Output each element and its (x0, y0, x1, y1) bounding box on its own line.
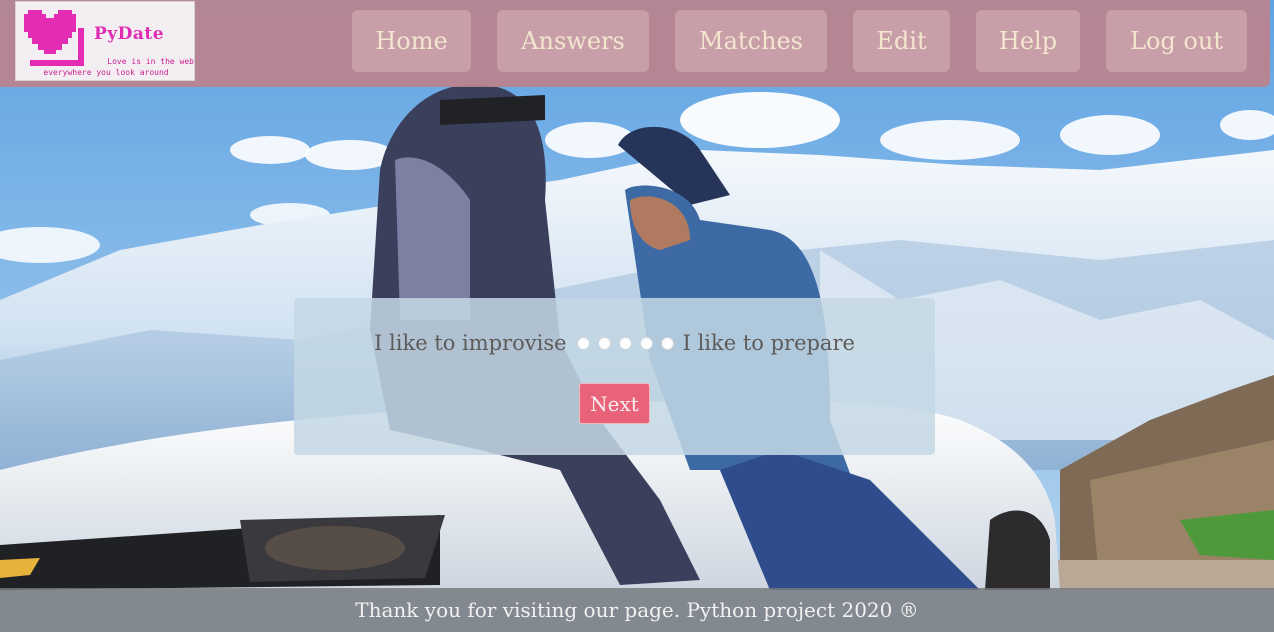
question-scale: I like to improvise I like to prepare (294, 331, 935, 355)
scale-radio-option-3[interactable] (618, 336, 632, 350)
scale-radio-group (576, 336, 674, 350)
scale-right-label: I like to prepare (682, 331, 855, 355)
pixel-heart-icon (24, 10, 84, 66)
nav-edit-button[interactable]: Edit (853, 10, 950, 72)
scale-left-label: I like to improvise (374, 331, 567, 355)
nav-answers-button[interactable]: Answers (497, 10, 649, 72)
scale-radio-option-5[interactable] (660, 336, 674, 350)
scale-radio-option-2[interactable] (597, 336, 611, 350)
logo-tagline-line1: Love is in the web (107, 57, 194, 66)
nav-logout-button[interactable]: Log out (1106, 10, 1247, 72)
next-button[interactable]: Next (579, 383, 650, 424)
logo-tagline-line2: everywhere you look around (43, 68, 169, 77)
top-nav-bar: PyDate Love is in the web everywhere you… (0, 0, 1270, 87)
footer: Thank you for visiting our page. Python … (0, 588, 1274, 632)
scale-radio-option-4[interactable] (639, 336, 653, 350)
nav-home-button[interactable]: Home (352, 10, 471, 72)
pydate-logo[interactable]: PyDate Love is in the web everywhere you… (15, 1, 195, 81)
question-card: I like to improvise I like to prepare Ne… (294, 298, 935, 455)
scale-radio-option-1[interactable] (576, 336, 590, 350)
nav-help-button[interactable]: Help (976, 10, 1080, 72)
nav-matches-button[interactable]: Matches (675, 10, 827, 72)
logo-title: PyDate (94, 24, 165, 44)
footer-text: Thank you for visiting our page. Python … (355, 598, 919, 622)
